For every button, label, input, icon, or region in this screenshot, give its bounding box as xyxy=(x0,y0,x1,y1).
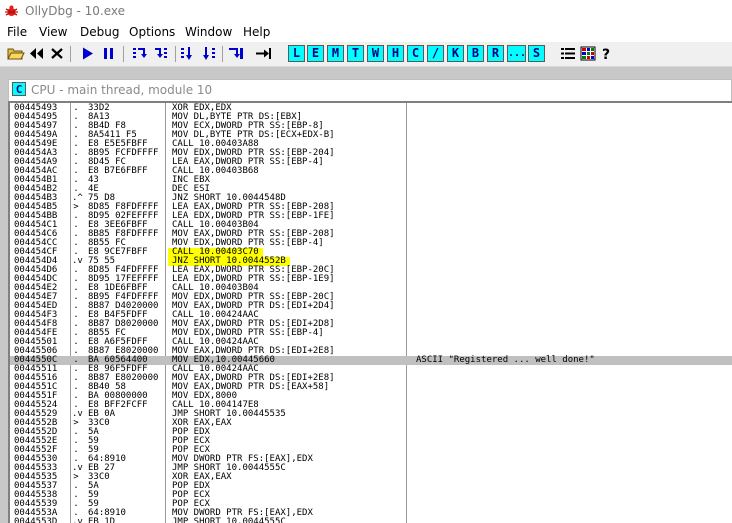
step-into-icon[interactable] xyxy=(130,45,149,62)
patches-button[interactable]: / xyxy=(427,45,444,62)
executable-modules-button[interactable]: E xyxy=(307,45,324,62)
open-icon[interactable] xyxy=(6,45,25,62)
run-trace-button[interactable]: ... xyxy=(507,45,526,62)
call-stack-button[interactable]: K xyxy=(447,45,464,62)
cpu-window-titlebar[interactable]: C CPU - main thread, module 10 xyxy=(8,79,732,101)
hex-dump-cell: EB 1D xyxy=(88,517,116,523)
references-button[interactable]: R xyxy=(487,45,504,62)
threads-button[interactable]: T xyxy=(347,45,364,62)
toolbar-separator xyxy=(123,46,124,62)
disassembly-row[interactable]: 004454B2. 4E DEC ESI xyxy=(10,185,732,194)
menu-options[interactable]: Options xyxy=(129,25,175,39)
trace-over-icon[interactable] xyxy=(199,45,218,62)
handles-button[interactable]: H xyxy=(387,45,404,62)
disassembly-row[interactable]: 0044552B >33C0 XOR EAX,EAX xyxy=(10,419,732,428)
menu-view[interactable]: View xyxy=(39,25,67,39)
disassembly-row[interactable]: 0044552D. 5A POP EDX xyxy=(10,428,732,437)
disassembly-row[interactable]: 0044552E. 59 POP ECX xyxy=(10,437,732,446)
source-button[interactable]: S xyxy=(528,45,545,62)
restart-icon[interactable] xyxy=(27,45,45,62)
svg-text:?: ? xyxy=(602,47,610,61)
close-icon[interactable] xyxy=(48,45,64,62)
cpu-window-title: CPU - main thread, module 10 xyxy=(31,83,213,97)
toolbar-separator xyxy=(175,46,176,62)
jump-marker: .v xyxy=(72,517,83,523)
memory-map-button[interactable]: M xyxy=(327,45,344,62)
toolbar-separator xyxy=(222,46,223,62)
pause-icon[interactable] xyxy=(99,45,117,62)
comment-cell: ASCII "Registered ... well done!" xyxy=(416,355,595,365)
menu-bar: File View Debug Options Window Help xyxy=(0,24,732,42)
disassembly-row[interactable]: 004454CF. E8 9CE7FBFF CALL 10.00403C70 xyxy=(10,248,732,257)
grid-icon[interactable] xyxy=(578,45,596,62)
disassembly-row[interactable]: 00445493. 33D2 XOR EDX,EDX xyxy=(10,104,732,113)
cpu-window-icon: C xyxy=(12,82,26,96)
mdi-background xyxy=(0,67,732,79)
title-bar: OllyDbg - 10.exe xyxy=(0,0,732,24)
disassembly-row[interactable]: 00445537. 5A POP EDX xyxy=(10,482,732,491)
goto-icon[interactable] xyxy=(253,45,272,62)
step-over-icon[interactable] xyxy=(151,45,170,62)
help-icon[interactable]: ? xyxy=(598,45,614,62)
log-window-button[interactable]: L xyxy=(288,45,305,62)
windows-button[interactable]: W xyxy=(367,45,384,62)
menu-debug[interactable]: Debug xyxy=(80,25,119,39)
disassembly-pane[interactable]: 00445493. 33D2 XOR EDX,EDX 00445495. 8A13 MOV… xyxy=(8,101,732,523)
disassembly-row[interactable]: 00445535 >33C0 XOR EAX,EAX xyxy=(10,473,732,482)
disassembly-cell: JMP SHORT 10.0044555C xyxy=(172,517,286,523)
ollydbg-bug-icon xyxy=(5,5,18,16)
menu-window[interactable]: Window xyxy=(185,25,232,39)
menu-help[interactable]: Help xyxy=(243,25,270,39)
run-icon[interactable] xyxy=(78,45,96,62)
toolbar: L E M T W H C / K B R ... S ? xyxy=(0,42,732,67)
toolbar-separator xyxy=(70,46,71,62)
disassembly-row[interactable]: 0044553D .v EB 1D JMP SHORT 10.0044555C xyxy=(10,518,732,523)
cpu-button[interactable]: C xyxy=(407,45,424,62)
breakpoints-button[interactable]: B xyxy=(467,45,484,62)
disassembly-row[interactable]: 00445524. E8 BFF2FCFF CALL 10.004147E8 xyxy=(10,401,732,410)
list-icon[interactable] xyxy=(558,45,576,62)
disassembly-row[interactable]: 004454B1. 43 INC EBX xyxy=(10,176,732,185)
disassembly-row[interactable]: 00445529 .v EB 0A JMP SHORT 10.00445535 xyxy=(10,410,732,419)
disassembly-row[interactable]: 00445533 .v EB 27 JMP SHORT 10.0044555C xyxy=(10,464,732,473)
trace-into-icon[interactable] xyxy=(178,45,197,62)
menu-file[interactable]: File xyxy=(7,25,27,39)
disassembly-row[interactable]: 0044553A. 64:8910 MOV DWORD PTR FS:[EAX],E… xyxy=(10,509,732,518)
disassembly-row[interactable]: 004454AC. E8 B7E6FBFF CALL 10.00403B68 xyxy=(10,167,732,176)
mdi-background-left xyxy=(0,79,8,523)
window-title: OllyDbg - 10.exe xyxy=(25,4,126,18)
execute-till-return-icon[interactable] xyxy=(225,45,244,62)
address-cell: 0044553D xyxy=(14,517,58,523)
disassembly-row[interactable]: 00445538. 59 POP ECX xyxy=(10,491,732,500)
disassembly-row[interactable]: 00445530. 64:8910 MOV DWORD PTR FS:[EAX],E… xyxy=(10,455,732,464)
